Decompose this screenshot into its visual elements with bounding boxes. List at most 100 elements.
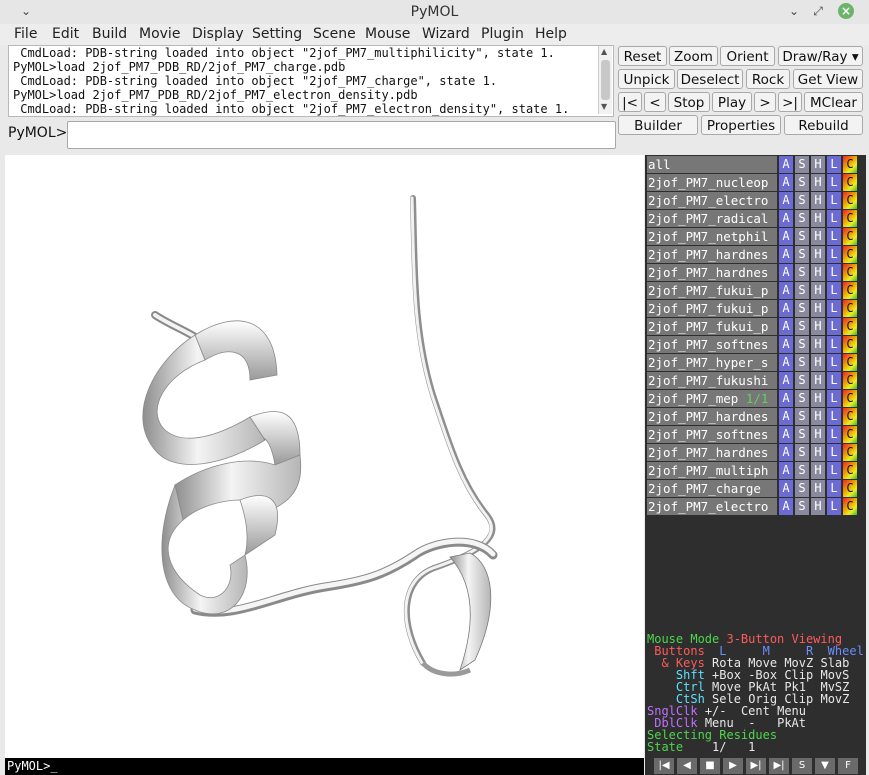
menu-file[interactable]: File xyxy=(14,26,37,42)
hide-menu-button[interactable]: H xyxy=(810,282,825,299)
object-row[interactable]: 2jof_PM7_charge A S H L C xyxy=(647,480,866,497)
object-name[interactable]: 2jof_PM7_electro xyxy=(647,192,777,209)
menu-setting[interactable]: Setting xyxy=(252,26,302,42)
menu-display[interactable]: Display xyxy=(192,26,244,42)
hide-menu-button[interactable]: H xyxy=(810,372,825,389)
label-menu-button[interactable]: L xyxy=(826,336,841,353)
object-name[interactable]: 2jof_PM7_charge xyxy=(647,480,777,497)
menu-wizard[interactable]: Wizard xyxy=(422,26,470,42)
show-menu-button[interactable]: S xyxy=(794,156,809,173)
action-menu-button[interactable]: A xyxy=(778,390,793,407)
show-menu-button[interactable]: S xyxy=(794,480,809,497)
show-menu-button[interactable]: S xyxy=(794,318,809,335)
stop-button[interactable]: Stop xyxy=(668,92,710,112)
action-menu-button[interactable]: A xyxy=(778,210,793,227)
object-name[interactable]: 2jof_PM7_hardnes xyxy=(647,444,777,461)
object-row[interactable]: 2jof_PM7_hardnes A S H L C xyxy=(647,264,866,281)
hide-menu-button[interactable]: H xyxy=(810,480,825,497)
label-menu-button[interactable]: L xyxy=(826,192,841,209)
object-name[interactable]: all xyxy=(647,156,777,173)
mclear-button[interactable]: MClear xyxy=(804,92,863,112)
show-menu-button[interactable]: S xyxy=(794,174,809,191)
object-row[interactable]: 2jof_PM7_fukui_p A S H L C xyxy=(647,282,866,299)
color-menu-button[interactable]: C xyxy=(842,264,857,281)
builder-button[interactable]: Builder xyxy=(618,115,698,135)
label-menu-button[interactable]: L xyxy=(826,174,841,191)
object-name[interactable]: 2jof_PM7_hardnes xyxy=(647,408,777,425)
dropdown-icon[interactable]: ▼ xyxy=(815,758,835,774)
hide-menu-button[interactable]: H xyxy=(810,444,825,461)
action-menu-button[interactable]: A xyxy=(778,300,793,317)
menu-help[interactable]: Help xyxy=(535,26,567,42)
show-menu-button[interactable]: S xyxy=(794,372,809,389)
command-input[interactable] xyxy=(67,121,616,149)
color-menu-button[interactable]: C xyxy=(842,156,857,173)
object-name[interactable]: 2jof_PM7_hardnes xyxy=(647,264,777,281)
object-name[interactable]: 2jof_PM7_multiph xyxy=(647,462,777,479)
hide-menu-button[interactable]: H xyxy=(810,192,825,209)
action-menu-button[interactable]: A xyxy=(778,156,793,173)
hide-menu-button[interactable]: H xyxy=(810,156,825,173)
next-state-icon[interactable]: ▶| xyxy=(746,758,766,774)
hide-menu-button[interactable]: H xyxy=(810,246,825,263)
object-name[interactable]: 2jof_PM7_fukui_p xyxy=(647,282,777,299)
color-menu-button[interactable]: C xyxy=(842,192,857,209)
color-menu-button[interactable]: C xyxy=(842,282,857,299)
menu-edit[interactable]: Edit xyxy=(52,26,79,42)
get-view-button[interactable]: Get View xyxy=(793,69,863,89)
color-menu-button[interactable]: C xyxy=(842,498,857,515)
hide-menu-button[interactable]: H xyxy=(810,462,825,479)
rebuild-button[interactable]: Rebuild xyxy=(784,115,863,135)
scene-s-button[interactable]: S xyxy=(792,758,812,774)
menu-build[interactable]: Build xyxy=(92,26,127,42)
object-row[interactable]: 2jof_PM7_nucleop A S H L C xyxy=(647,174,866,191)
prev-frame-button[interactable]: < xyxy=(644,92,666,112)
hide-menu-button[interactable]: H xyxy=(810,354,825,371)
label-menu-button[interactable]: L xyxy=(826,372,841,389)
deselect-button[interactable]: Deselect xyxy=(677,69,743,89)
show-menu-button[interactable]: S xyxy=(794,246,809,263)
stop-icon[interactable]: ■ xyxy=(700,758,720,774)
scroll-down-icon[interactable]: ▼ xyxy=(601,102,607,111)
color-menu-button[interactable]: C xyxy=(842,372,857,389)
object-row[interactable]: 2jof_PM7_hardnes A S H L C xyxy=(647,444,866,461)
hide-menu-button[interactable]: H xyxy=(810,390,825,407)
action-menu-button[interactable]: A xyxy=(778,318,793,335)
action-menu-button[interactable]: A xyxy=(778,192,793,209)
label-menu-button[interactable]: L xyxy=(826,210,841,227)
show-menu-button[interactable]: S xyxy=(794,192,809,209)
object-row[interactable]: 2jof_PM7_multiph A S H L C xyxy=(647,462,866,479)
hide-menu-button[interactable]: H xyxy=(810,426,825,443)
object-row[interactable]: 2jof_PM7_hardnes A S H L C xyxy=(647,408,866,425)
color-menu-button[interactable]: C xyxy=(842,480,857,497)
object-name[interactable]: 2jof_PM7_fukushi xyxy=(647,372,777,389)
hide-menu-button[interactable]: H xyxy=(810,210,825,227)
color-menu-button[interactable]: C xyxy=(842,390,857,407)
label-menu-button[interactable]: L xyxy=(826,444,841,461)
color-menu-button[interactable]: C xyxy=(842,354,857,371)
label-menu-button[interactable]: L xyxy=(826,462,841,479)
label-menu-button[interactable]: L xyxy=(826,390,841,407)
action-menu-button[interactable]: A xyxy=(778,444,793,461)
rock-button[interactable]: Rock xyxy=(746,69,790,89)
play-button[interactable]: Play xyxy=(712,92,752,112)
restore-icon[interactable]: ⤢ xyxy=(810,3,826,19)
color-menu-button[interactable]: C xyxy=(842,426,857,443)
bottom-command-line[interactable]: PyMOL>_ xyxy=(5,758,644,775)
hide-menu-button[interactable]: H xyxy=(810,174,825,191)
prev-state-icon[interactable]: ◀ xyxy=(677,758,697,774)
menu-plugin[interactable]: Plugin xyxy=(481,26,524,42)
object-row[interactable]: 2jof_PM7_softnes A S H L C xyxy=(647,336,866,353)
close-icon[interactable]: × xyxy=(838,3,854,19)
full-screen-button[interactable]: F xyxy=(838,758,858,774)
show-menu-button[interactable]: S xyxy=(794,210,809,227)
show-menu-button[interactable]: S xyxy=(794,390,809,407)
object-row[interactable]: 2jof_PM7_hyper_s A S H L C xyxy=(647,354,866,371)
output-log[interactable]: CmdLoad: PDB-string loaded into object "… xyxy=(8,45,614,117)
color-menu-button[interactable]: C xyxy=(842,174,857,191)
label-menu-button[interactable]: L xyxy=(826,264,841,281)
label-menu-button[interactable]: L xyxy=(826,498,841,515)
show-menu-button[interactable]: S xyxy=(794,300,809,317)
menu-scene[interactable]: Scene xyxy=(313,26,356,42)
hide-menu-button[interactable]: H xyxy=(810,408,825,425)
